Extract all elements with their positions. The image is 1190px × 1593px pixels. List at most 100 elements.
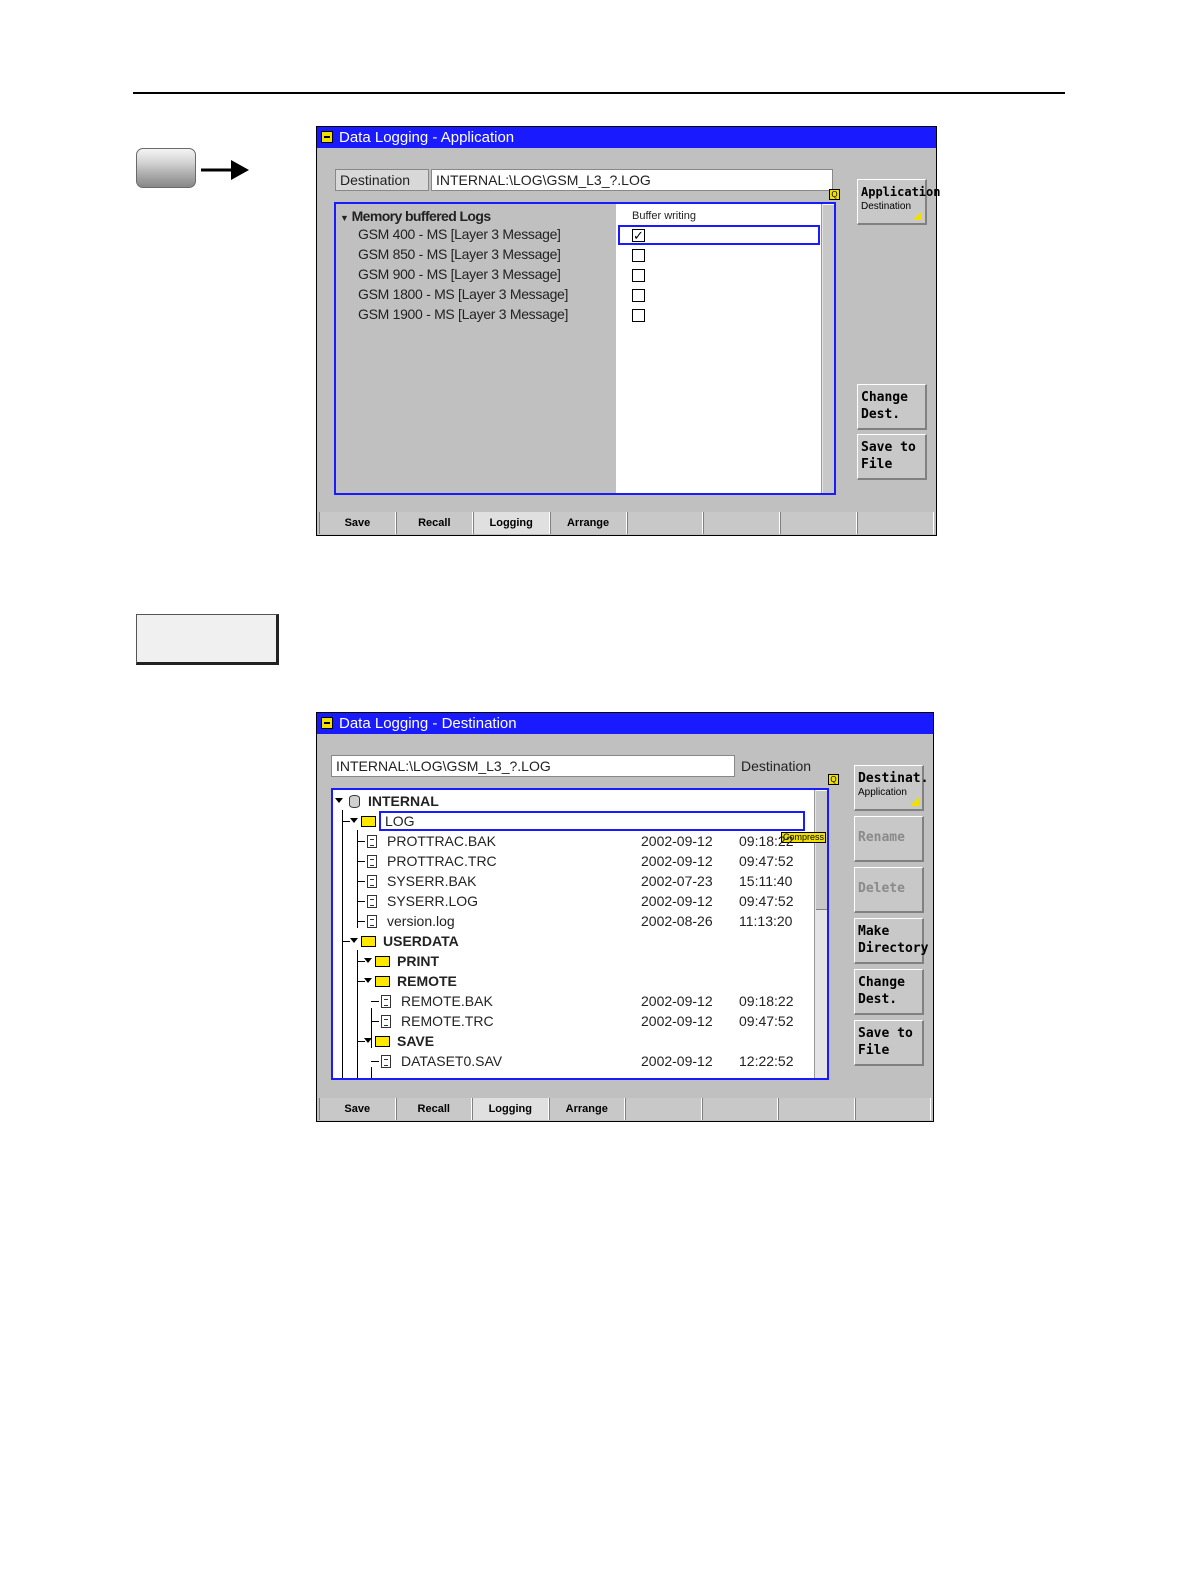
blank-softkey[interactable] [136,614,279,665]
buffer-writing-column [616,204,821,493]
file-row[interactable]: SYSERR.LOG 2002-09-12 09:47:52 [333,891,813,911]
log-item-gsm400: GSM 400 - MS [Layer 3 Message] [358,226,561,242]
file-row[interactable]: DATASET0.SAV 2002-09-12 12:22:52 [333,1051,813,1071]
tree-line [342,941,350,942]
file-row[interactable]: REMOTE.TRC 2002-09-12 09:47:52 [333,1011,813,1031]
file-tree-panel: INTERNAL LOG Compress PROTTRAC.BAK 2002-… [331,788,829,1080]
collapse-arrow-icon[interactable] [350,938,358,943]
file-icon [367,915,377,928]
tab-logging[interactable]: Logging [472,512,550,534]
collapse-arrow-icon[interactable] [364,1038,372,1043]
rename-softkey[interactable]: Rename [854,816,924,862]
destinat-application-softkey[interactable]: Destinat. Application [854,765,928,811]
change-dest-softkey[interactable]: Change Dest. [857,384,927,430]
destination-field[interactable]: INTERNAL:\LOG\GSM_L3_?.LOG [431,169,833,191]
buffer-checkbox-gsm850[interactable] [632,249,645,262]
window-title: Data Logging - Application [339,129,515,146]
zoom-icon[interactable]: Q [829,189,840,200]
tab-empty-8[interactable] [857,512,934,534]
tree-line [357,901,365,902]
file-row[interactable]: version.log 2002-08-26 11:13:20 [333,911,813,931]
tree-line [357,881,365,882]
hotkey-bar: Save Recall Logging Arrange [319,512,934,534]
buffer-writing-header: Buffer writing [632,210,696,222]
memory-logs-panel: ▼ Memory buffered Logs Buffer writing GS… [334,202,836,495]
folder-icon [361,816,376,827]
tree-line [357,861,365,862]
buffer-checkbox-gsm400[interactable]: ✓ [632,229,645,242]
log-item-gsm1900: GSM 1900 - MS [Layer 3 Message] [358,306,569,322]
save-to-file-softkey[interactable]: Save to File [854,1020,924,1066]
tree-row-log[interactable]: LOG [333,811,813,831]
tree-header[interactable]: ▼ Memory buffered Logs [340,206,491,228]
save-to-file-softkey[interactable]: Save to File [857,434,927,480]
scrollbar-thumb[interactable] [823,204,834,493]
tab-recall[interactable]: Recall [395,1098,472,1120]
tab-arrange[interactable]: Arrange [549,512,627,534]
destination-field[interactable]: INTERNAL:\LOG\GSM_L3_?.LOG [331,755,735,777]
log-item-gsm850: GSM 850 - MS [Layer 3 Message] [358,246,561,262]
scrollbar[interactable] [821,204,834,493]
log-item-gsm1800: GSM 1800 - MS [Layer 3 Message] [358,286,569,302]
tree-row-save[interactable]: SAVE [333,1031,813,1051]
destination-label-box: Destination [335,169,429,191]
zoom-icon[interactable]: Q [828,774,839,785]
tab-empty-8[interactable] [854,1098,931,1120]
tree-row-internal[interactable]: INTERNAL [333,791,813,811]
selected-row-outline [379,811,805,831]
folder-icon [361,936,376,947]
tab-empty-5[interactable] [625,1098,702,1120]
arrow-right-icon [201,160,249,180]
folder-icon [375,976,390,987]
collapse-arrow-icon[interactable] [364,958,372,963]
collapse-arrow-icon[interactable] [364,978,372,983]
file-icon [367,855,377,868]
window-menu-icon[interactable] [321,131,333,143]
tree-row-print[interactable]: PRINT [333,951,813,971]
softkey-indicator-icon [913,211,922,220]
tab-logging[interactable]: Logging [472,1098,549,1120]
tree-line [342,821,350,822]
tab-empty-7[interactable] [780,512,858,534]
collapse-arrow-icon[interactable]: ▼ [340,213,349,223]
file-icon [381,995,391,1008]
tree-row-userdata[interactable]: USERDATA [333,931,813,951]
tree-line [371,1061,379,1062]
buffer-checkbox-gsm1900[interactable] [632,309,645,322]
collapse-arrow-icon[interactable] [350,818,358,823]
delete-softkey[interactable]: Delete [854,867,924,913]
file-icon [381,1015,391,1028]
tab-empty-7[interactable] [778,1098,855,1120]
log-item-gsm900: GSM 900 - MS [Layer 3 Message] [358,266,561,282]
destination-label: Destination [340,172,411,188]
change-dest-softkey[interactable]: Change Dest. [854,969,924,1015]
file-row[interactable]: PROTTRAC.BAK 2002-09-12 09:18:22 [333,831,813,851]
tab-save[interactable]: Save [319,512,396,534]
tree-line [357,841,365,842]
window-menu-icon[interactable] [321,717,333,729]
scrollbar-thumb[interactable] [816,790,827,910]
softkey-indicator-icon [910,797,919,806]
tree-row-remote[interactable]: REMOTE [333,971,813,991]
tab-empty-6[interactable] [701,1098,778,1120]
folder-icon [375,956,390,967]
buffer-checkbox-gsm1800[interactable] [632,289,645,302]
memory-buffered-logs-label: Memory buffered Logs [351,208,492,224]
tab-arrange[interactable]: Arrange [548,1098,625,1120]
window-title: Data Logging - Destination [339,715,517,732]
make-directory-softkey[interactable]: Make Directory [854,918,928,964]
destination-label: Destination [741,758,812,774]
tab-empty-5[interactable] [626,512,704,534]
buffer-checkbox-gsm900[interactable] [632,269,645,282]
folder-icon [375,1036,390,1047]
tab-empty-6[interactable] [703,512,781,534]
file-row[interactable]: REMOTE.BAK 2002-09-12 09:18:22 [333,991,813,1011]
application-destination-softkey[interactable]: Application Destination [857,179,940,225]
tab-save[interactable]: Save [319,1098,396,1120]
file-row[interactable]: SYSERR.BAK 2002-07-23 15:11:40 [333,871,813,891]
hardware-key[interactable] [136,148,196,188]
file-row[interactable]: PROTTRAC.TRC 2002-09-12 09:47:52 [333,851,813,871]
file-icon [381,1055,391,1068]
tab-recall[interactable]: Recall [395,512,473,534]
collapse-arrow-icon[interactable] [335,798,343,803]
